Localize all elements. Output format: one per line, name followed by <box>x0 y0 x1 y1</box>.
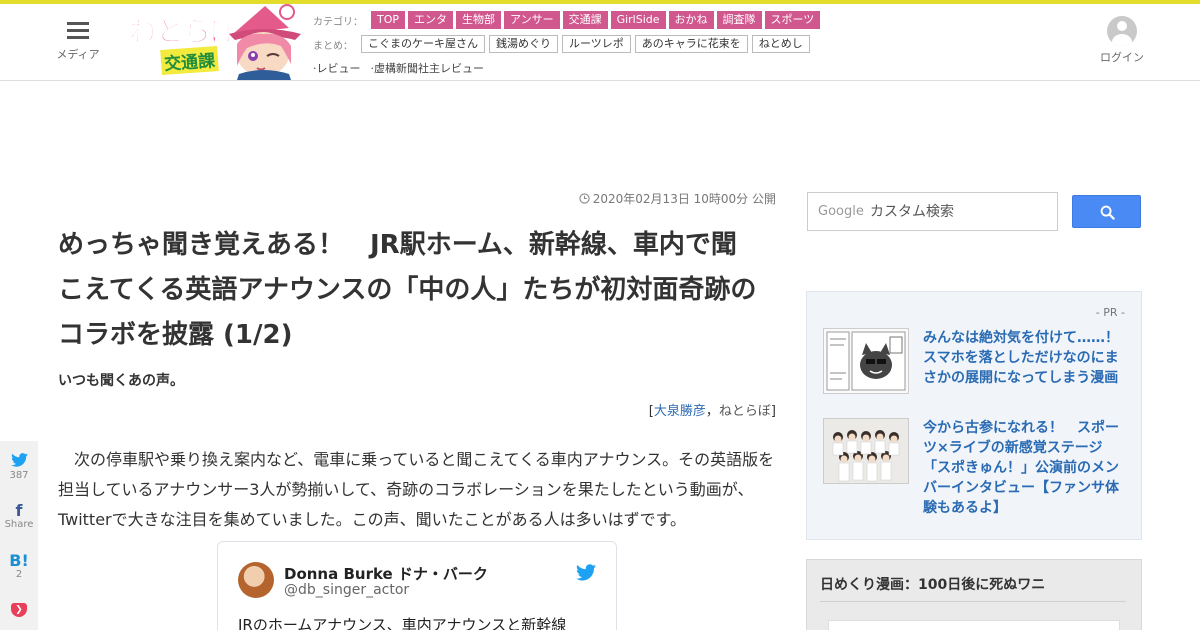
hatena-bookmark-count: 2 <box>15 569 23 580</box>
review-row: ·レビュー ·虚構新聞社主レビュー <box>313 58 933 78</box>
google-label: Google <box>818 204 864 219</box>
matome-link[interactable]: こぐまのケーキ屋さん <box>361 35 485 53</box>
logo-section-label: 交通課 <box>160 46 219 75</box>
twitter-bird-icon[interactable] <box>576 564 596 581</box>
daily-manga-widget: 日めくり漫画：100日後に死ぬワニ <box>806 559 1142 630</box>
pr-item[interactable]: みんなは絶対気を付けて……！ スマホを落としただけなのにまさかの展開になってしま… <box>823 328 1133 398</box>
category-link-answer[interactable]: アンサー <box>504 11 560 29</box>
facebook-share-button[interactable]: f Share <box>0 491 38 541</box>
category-link-enta[interactable]: エンタ <box>408 11 454 29</box>
facebook-icon: f <box>15 501 23 520</box>
pocket-button[interactable]: ❯ <box>0 591 38 630</box>
category-link-chousatai[interactable]: 調査隊 <box>716 11 762 29</box>
matome-link[interactable]: ねとめし <box>751 35 810 53</box>
review-link[interactable]: ·レビュー <box>313 60 361 76</box>
pr-thumbnail-photo[interactable] <box>823 418 909 484</box>
twitter-share-count: 387 <box>9 470 29 481</box>
hatena-bookmark-icon: B! <box>9 551 29 570</box>
pr-thumbnail-manga[interactable] <box>823 328 909 394</box>
category-label: カテゴリ： <box>313 16 363 28</box>
byline-bracket-close: ] <box>770 404 776 419</box>
author-byline: [大泉勝彦，ねとらぼ] <box>58 400 776 419</box>
review-link[interactable]: ·虚構新聞社主レビュー <box>371 60 485 76</box>
byline-separator: ， <box>705 404 719 419</box>
pocket-icon: ❯ <box>11 603 27 617</box>
media-menu-button[interactable]: メディア <box>56 22 100 62</box>
twitter-icon <box>0 453 38 470</box>
login-label: ログイン <box>1100 51 1144 64</box>
tweet-text: JRのホームアナウンス、車内アナウンスと新幹線 <box>238 616 567 630</box>
search-input[interactable] <box>870 201 1050 223</box>
category-link-koutsuka[interactable]: 交通課 <box>562 11 608 29</box>
publish-date: 2020年02月13日 10時00分 公開 <box>58 190 776 207</box>
custom-search-box: Google <box>807 192 1058 231</box>
search-button[interactable] <box>1072 195 1141 228</box>
twitter-share-button[interactable]: 387 <box>0 441 38 491</box>
divider <box>820 601 1126 602</box>
site-logo[interactable]: ねとらぼ 交通課 <box>127 4 305 80</box>
tweet-author-name[interactable]: Donna Burke ドナ・バーク <box>284 563 488 584</box>
pr-box: - PR - みんなは絶対気を付けて……！ スマホを落としただけなのにまさかの展… <box>806 291 1142 540</box>
manga-thumbnail-image <box>824 329 908 393</box>
user-avatar-icon <box>1107 16 1137 46</box>
site-header: メディア ねとらぼ 交通課 カテゴリ： TOP エンタ 生物部 アンサー 交通課… <box>0 4 1200 81</box>
matome-link[interactable]: あのキャラに花束を <box>634 35 748 53</box>
category-link-okane[interactable]: おかね <box>668 11 714 29</box>
tweet-avatar[interactable] <box>238 562 274 598</box>
pr-item-text[interactable]: 今から古参になれる！ スポーツ×ライブの新感覚ステージ「スポきゅん！」公演前のメ… <box>923 418 1123 518</box>
login-button[interactable]: ログイン <box>1098 16 1146 65</box>
category-row: カテゴリ： TOP エンタ 生物部 アンサー 交通課 GirlSide おかね … <box>313 10 933 30</box>
group-photo-thumbnail-image <box>824 419 908 483</box>
matome-row: まとめ： こぐまのケーキ屋さん 銭湯めぐり ルーツレポ あのキャラに花束を ねと… <box>313 34 933 54</box>
article-subtitle: いつも聞くあの声。 <box>58 373 184 389</box>
facebook-share-label: Share <box>4 519 34 530</box>
tweet-author-handle[interactable]: @db_singer_actor <box>284 582 409 598</box>
header-navigation: カテゴリ： TOP エンタ 生物部 アンサー 交通課 GirlSide おかね … <box>313 10 933 82</box>
logo-text: ねとらぼ <box>128 15 238 49</box>
pr-label: - PR - <box>1095 306 1125 319</box>
publish-date-text: 2020年02月13日 10時00分 公開 <box>592 192 776 206</box>
article-body-paragraph: 次の停車駅や乗り換え案内など、電車に乗っていると聞こえてくる車内アナウンス。その… <box>58 450 775 529</box>
article: 2020年02月13日 10時00分 公開 めっちゃ聞き覚えある！ JR駅ホーム… <box>58 190 776 535</box>
media-menu-label: メディア <box>56 48 100 61</box>
clock-icon <box>579 193 590 204</box>
pr-item-text[interactable]: みんなは絶対気を付けて……！ スマホを落としただけなのにまさかの展開になってしま… <box>923 328 1133 388</box>
share-sidebar: 387 f Share B! 2 ❯ <box>0 441 38 630</box>
search-icon <box>1100 205 1115 220</box>
hatena-bookmark-button[interactable]: B! 2 <box>0 541 38 591</box>
category-link-sports[interactable]: スポーツ <box>764 11 821 29</box>
matome-link[interactable]: ルーツレポ <box>562 35 631 53</box>
pr-item[interactable]: 今から古参になれる！ スポーツ×ライブの新感覚ステージ「スポきゅん！」公演前のメ… <box>823 418 1133 518</box>
author-link[interactable]: 大泉勝彦 <box>654 404 706 419</box>
hamburger-icon <box>67 22 89 40</box>
author-site: ねとらぼ <box>718 404 771 419</box>
embedded-tweet[interactable]: Donna Burke ドナ・バーク @db_singer_actor JRのホ… <box>217 541 617 630</box>
matome-label: まとめ： <box>313 40 353 52</box>
mascot-character-icon <box>229 4 301 80</box>
daily-manga-card[interactable] <box>828 620 1120 630</box>
matome-link[interactable]: 銭湯めぐり <box>489 35 558 53</box>
daily-manga-title: 日めくり漫画：100日後に死ぬワニ <box>820 577 1046 593</box>
category-link-girlside[interactable]: GirlSide <box>610 11 666 29</box>
category-link-seibutsubu[interactable]: 生物部 <box>456 11 502 29</box>
article-title: めっちゃ聞き覚えある！ JR駅ホーム、新幹線、車内で聞こえてくる英語アナウンスの… <box>58 230 757 350</box>
category-link-top[interactable]: TOP <box>371 11 406 29</box>
